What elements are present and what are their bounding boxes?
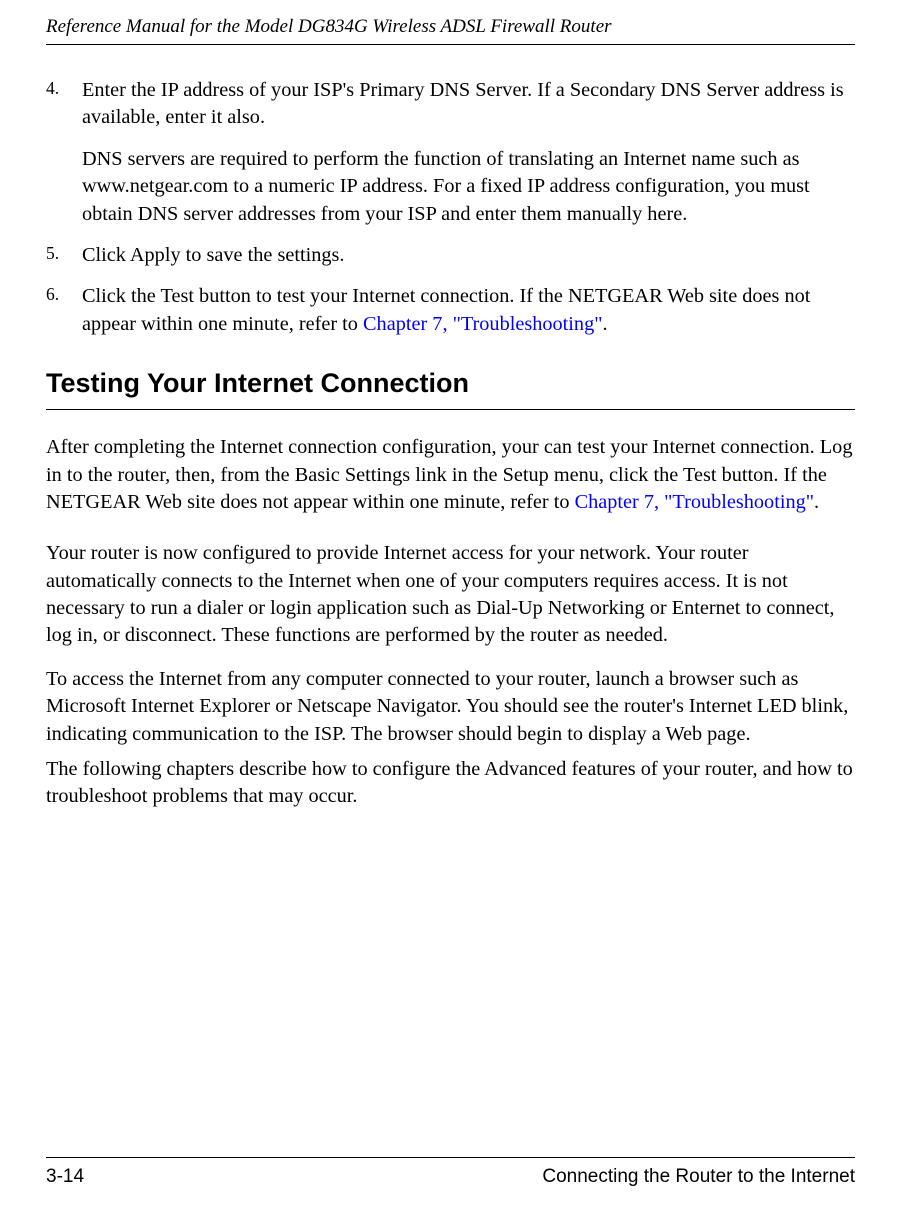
body-paragraph-1: After completing the Internet connection…: [46, 434, 855, 516]
body-paragraph-3: To access the Internet from any computer…: [46, 666, 855, 748]
list-item-4: 4. Enter the IP address of your ISP's Pr…: [46, 77, 855, 228]
list-content: Enter the IP address of your ISP's Prima…: [82, 77, 855, 228]
list-number: 6.: [46, 283, 82, 338]
list-text-b: .: [603, 313, 608, 335]
list-number: 4.: [46, 77, 82, 228]
list-item-5: 5. Click Apply to save the settings.: [46, 242, 855, 269]
chapter-name: Connecting the Router to the Internet: [542, 1166, 855, 1188]
section-heading: Testing Your Internet Connection: [46, 368, 855, 410]
chapter-link[interactable]: Chapter 7, "Troubleshooting": [575, 491, 814, 513]
header-title: Reference Manual for the Model DG834G Wi…: [46, 16, 612, 37]
page-number: 3-14: [46, 1166, 84, 1188]
page-footer: 3-14 Connecting the Router to the Intern…: [46, 1157, 855, 1188]
list-text: Click Apply to save the settings.: [82, 244, 345, 266]
body-paragraph-4: The following chapters describe how to c…: [46, 756, 855, 811]
chapter-link[interactable]: Chapter 7, "Troubleshooting": [363, 313, 602, 335]
list-number: 5.: [46, 242, 82, 269]
list-content: Click the Test button to test your Inter…: [82, 283, 855, 338]
list-content: Click Apply to save the settings.: [82, 242, 855, 269]
list-sub-paragraph: DNS servers are required to perform the …: [82, 146, 855, 228]
list-text: Enter the IP address of your ISP's Prima…: [82, 79, 844, 128]
para1-text-b: .: [814, 491, 819, 513]
list-item-6: 6. Click the Test button to test your In…: [46, 283, 855, 338]
running-header: Reference Manual for the Model DG834G Wi…: [46, 16, 855, 45]
body-paragraph-2: Your router is now configured to provide…: [46, 540, 855, 650]
